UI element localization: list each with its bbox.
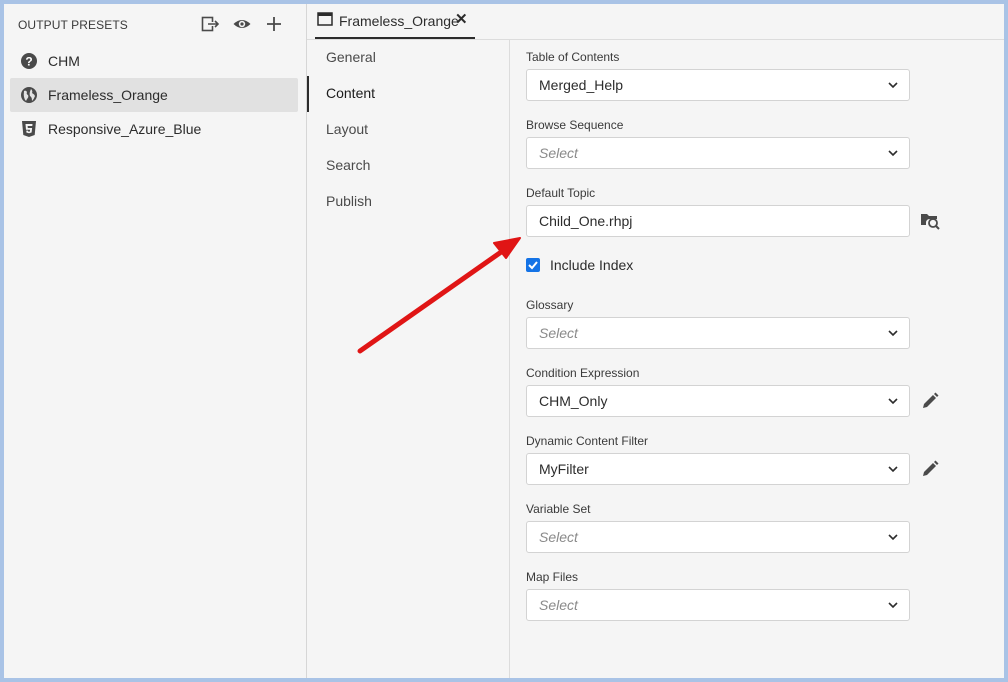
preset-item-frameless-orange[interactable]: Frameless_Orange: [10, 78, 298, 112]
nav-label: Search: [326, 157, 371, 173]
dynamic-content-filter-label: Dynamic Content Filter: [526, 434, 649, 448]
toc-value: Merged_Help: [539, 77, 624, 93]
chevron-down-icon: [888, 398, 898, 405]
nav-item-content[interactable]: Content: [307, 76, 509, 112]
chevron-down-icon: [888, 330, 898, 337]
panel-header: OUTPUT PRESETS: [4, 4, 306, 44]
settings-nav: General Content Layout Search Publish: [307, 40, 510, 678]
preset-item-chm[interactable]: ? CHM: [10, 44, 298, 78]
nav-item-layout[interactable]: Layout: [307, 112, 509, 148]
plus-icon[interactable]: [264, 14, 284, 34]
check-icon: [528, 261, 538, 270]
content-settings: Table of Contents Merged_Help Browse Seq…: [510, 40, 1004, 678]
toc-select[interactable]: Merged_Help: [526, 69, 910, 101]
map-files-placeholder: Select: [539, 597, 578, 613]
nav-label: General: [326, 49, 376, 65]
chevron-down-icon: [888, 602, 898, 609]
browse-sequence-placeholder: Select: [539, 145, 578, 161]
preset-label: Responsive_Azure_Blue: [48, 121, 202, 137]
map-files-select[interactable]: Select: [526, 589, 910, 621]
preset-item-responsive-azure-blue[interactable]: Responsive_Azure_Blue: [10, 112, 298, 146]
preset-label: CHM: [48, 53, 80, 69]
glossary-placeholder: Select: [539, 325, 578, 341]
glossary-select[interactable]: Select: [526, 317, 910, 349]
nav-item-search[interactable]: Search: [307, 148, 509, 184]
chevron-down-icon: [888, 534, 898, 541]
tab-bar: Frameless_Orange ✕: [307, 4, 1004, 40]
close-icon[interactable]: ✕: [455, 10, 468, 28]
preset-label: Frameless_Orange: [48, 87, 168, 103]
window-icon: [317, 12, 333, 26]
nav-label: Content: [326, 85, 376, 101]
toc-label: Table of Contents: [526, 50, 620, 64]
chevron-down-icon: [888, 82, 898, 89]
condition-expression-label: Condition Expression: [526, 366, 640, 380]
include-index-label: Include Index: [550, 257, 634, 273]
globe-icon: [21, 87, 37, 103]
condition-expression-value: CHM_Only: [539, 393, 608, 409]
nav-label: Publish: [326, 193, 372, 209]
help-circle-icon: ?: [21, 53, 37, 69]
chevron-down-icon: [888, 466, 898, 473]
nav-item-publish[interactable]: Publish: [307, 184, 509, 220]
variable-set-placeholder: Select: [539, 529, 578, 545]
html5-icon: [22, 121, 36, 137]
panel-title: OUTPUT PRESETS: [18, 18, 128, 32]
variable-set-select[interactable]: Select: [526, 521, 910, 553]
output-presets-panel: OUTPUT PRESETS ? CHM Frameless_Orange Re…: [4, 4, 307, 678]
condition-expression-select[interactable]: CHM_Only: [526, 385, 910, 417]
dynamic-content-filter-select[interactable]: MyFilter: [526, 453, 910, 485]
default-topic-field[interactable]: Child_One.rhpj: [526, 205, 910, 237]
nav-label: Layout: [326, 121, 369, 137]
include-index-checkbox[interactable]: [526, 258, 540, 272]
dynamic-content-filter-value: MyFilter: [539, 461, 589, 477]
map-files-label: Map Files: [526, 570, 579, 584]
eye-icon[interactable]: [232, 14, 252, 34]
nav-item-general[interactable]: General: [307, 40, 509, 76]
glossary-label: Glossary: [526, 298, 574, 312]
edit-pencil-icon[interactable]: [920, 391, 940, 411]
svg-text:?: ?: [25, 55, 32, 69]
browse-sequence-select[interactable]: Select: [526, 137, 910, 169]
tab-frameless-orange[interactable]: Frameless_Orange ✕: [315, 4, 475, 39]
export-icon[interactable]: [200, 14, 220, 34]
tab-label: Frameless_Orange: [339, 13, 459, 29]
variable-set-label: Variable Set: [526, 502, 591, 516]
edit-pencil-icon[interactable]: [920, 459, 940, 479]
default-topic-value: Child_One.rhpj: [539, 213, 633, 229]
default-topic-label: Default Topic: [526, 186, 596, 200]
chevron-down-icon: [888, 150, 898, 157]
browse-folder-icon[interactable]: [920, 210, 940, 230]
browse-sequence-label: Browse Sequence: [526, 118, 624, 132]
